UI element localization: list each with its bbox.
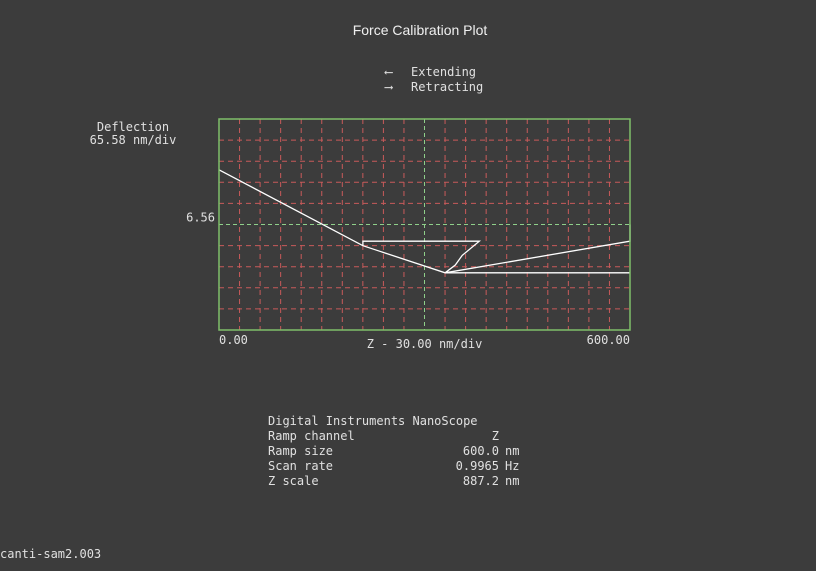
grid (219, 119, 630, 330)
info-value: 600.0 (462, 444, 499, 458)
info-unit: Hz (505, 459, 520, 473)
info-label: Ramp channel (268, 429, 355, 443)
info-row: Ramp channel Z (268, 429, 535, 444)
info-row: Z scale 887.2 nm (268, 474, 535, 489)
x-axis-label: Z - 30.00 nm/div (367, 337, 483, 351)
info-label: Ramp size (268, 444, 334, 458)
info-label: Scan rate (268, 459, 334, 473)
file-name: canti-sam2.003 (0, 547, 102, 561)
info-row: Ramp size 600.0 nm (268, 444, 535, 459)
info-value: Z (491, 429, 499, 443)
x-min-label: 0.00 (219, 333, 248, 347)
info-value: 887.2 (462, 474, 499, 488)
series-line-retracting (362, 224, 631, 274)
info-unit: nm (505, 444, 520, 458)
instrument-info: Digital Instruments NanoScope Ramp chann… (268, 414, 535, 489)
info-label: Z scale (268, 474, 319, 488)
info-row: Scan rate 0.9965 Hz (268, 459, 535, 474)
x-max-label: 600.00 (587, 333, 630, 347)
info-unit: nm (505, 474, 520, 488)
info-unit (499, 429, 535, 444)
info-header: Digital Instruments NanoScope (268, 414, 478, 428)
info-value: 0.9965 (455, 459, 499, 473)
y-tick-label: 6.56 (186, 211, 215, 225)
